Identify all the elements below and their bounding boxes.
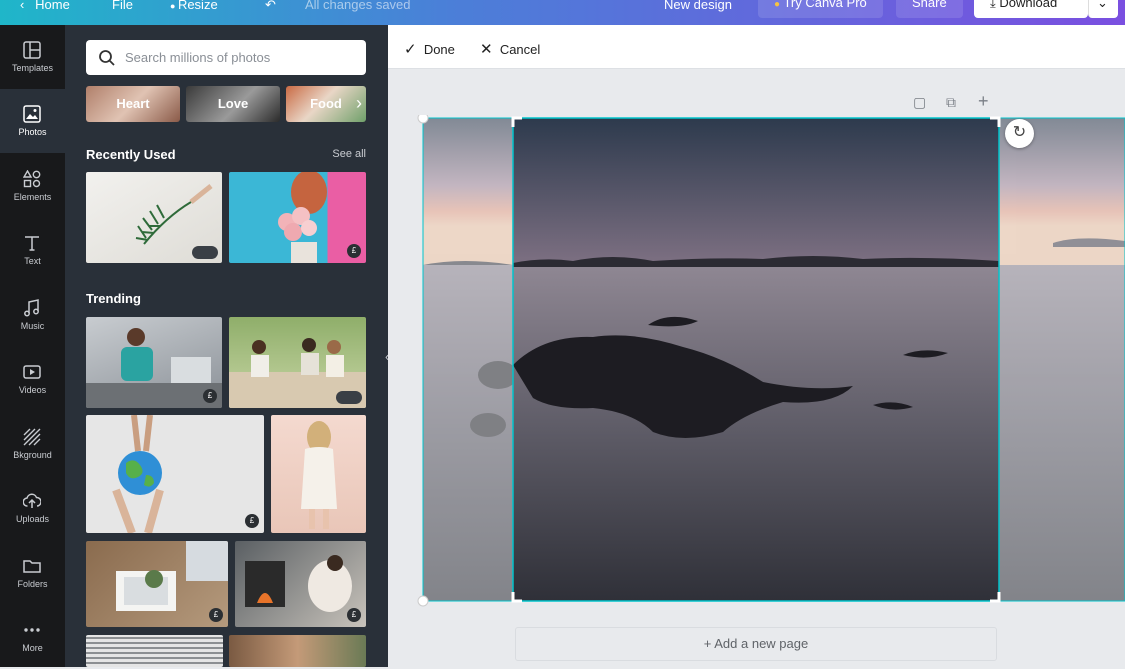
sidebar-item-folders[interactable]: Folders	[0, 541, 65, 605]
trending-photo-5[interactable]: £	[86, 541, 228, 627]
paid-badge: £	[209, 608, 223, 622]
sidebar-item-label: Music	[20, 321, 45, 331]
download-icon: ⤓	[990, 0, 1000, 10]
trending-photo-2[interactable]	[229, 317, 366, 408]
checkmark-icon: ✓	[404, 41, 417, 58]
trending-photo-6[interactable]: £	[235, 541, 366, 627]
photos-icon	[23, 105, 41, 123]
resize-button[interactable]: ● Resize	[170, 0, 218, 17]
flowers-image	[278, 172, 327, 263]
paid-badge: £	[347, 608, 361, 622]
globe-in-hands-image	[112, 415, 164, 533]
sidebar-item-photos[interactable]: Photos	[0, 89, 65, 153]
recently-used-heading: Recently Used	[86, 147, 176, 162]
trending-photo-8[interactable]	[229, 635, 366, 667]
home-back-button[interactable]: ‹ Home	[20, 0, 70, 17]
rotate-icon[interactable]: ↻	[1005, 119, 1034, 148]
paid-badge: £	[203, 389, 217, 403]
chip-heart[interactable]: Heart	[86, 86, 180, 122]
recent-photo-2[interactable]: £	[229, 172, 366, 263]
sidebar-item-text[interactable]: Text	[0, 218, 65, 282]
trending-photo-4[interactable]	[271, 415, 366, 533]
pro-crown-badge	[192, 246, 218, 259]
uploads-icon	[23, 493, 41, 508]
duplicate-page-icon[interactable]: ⧉	[946, 94, 956, 111]
elements-icon	[23, 170, 41, 188]
search-placeholder: Search millions of photos	[125, 50, 271, 65]
notes-icon[interactable]: ▢	[913, 94, 926, 111]
templates-icon	[23, 41, 41, 59]
add-new-page-button[interactable]: + Add a new page	[515, 627, 997, 661]
download-options-chevron-icon[interactable]: ⌄	[1088, 0, 1118, 18]
trending-photo-3[interactable]: £	[86, 415, 264, 533]
try-pro-button[interactable]: ● Try Canva Pro	[758, 0, 883, 18]
save-status: All changes saved	[305, 0, 411, 12]
kitchen-sink-image	[116, 541, 228, 611]
sidebar-item-music[interactable]: Music	[0, 283, 65, 347]
trending-photo-1[interactable]: £	[86, 317, 222, 408]
sidebar-item-label: Photos	[18, 127, 47, 137]
chevron-right-icon[interactable]: ›	[356, 93, 362, 114]
sidebar-item-label: Elements	[13, 192, 52, 202]
download-button[interactable]: ⤓ Download	[974, 0, 1088, 18]
trending-photo-7[interactable]	[86, 635, 223, 667]
sidebar-item-videos[interactable]: Videos	[0, 347, 65, 411]
canvas-area: ✓ Done ✕ Cancel ▢ ⧉ + ↻ + Add a new page	[388, 25, 1125, 667]
search-input[interactable]: Search millions of photos	[86, 40, 366, 75]
search-icon	[99, 50, 115, 66]
background-icon	[23, 428, 41, 446]
undo-icon[interactable]: ↶	[265, 0, 276, 17]
folders-icon	[23, 560, 41, 573]
top-bar: ‹ Home File ● Resize ↶ All changes saved…	[0, 0, 1125, 25]
share-button[interactable]: Share	[896, 0, 963, 18]
paid-badge: £	[245, 514, 259, 528]
videos-icon	[23, 365, 41, 379]
more-icon	[24, 628, 40, 632]
sidebar-item-more[interactable]: More	[0, 605, 65, 669]
new-design-button[interactable]: New design	[664, 0, 732, 17]
people-cooking-image	[86, 328, 222, 408]
sidebar-item-background[interactable]: Bkground	[0, 412, 65, 476]
trending-heading: Trending	[86, 291, 141, 306]
see-all-link[interactable]: See all	[332, 148, 366, 160]
sidebar: Templates Photos Elements Text Music Vid…	[0, 25, 65, 667]
close-icon: ✕	[480, 41, 493, 58]
chevron-left-icon: ‹	[20, 0, 36, 12]
chip-love[interactable]: Love	[186, 86, 280, 122]
sidebar-item-label: Templates	[11, 63, 54, 73]
cancel-button[interactable]: ✕ Cancel	[480, 40, 540, 58]
woman-back-view-image	[301, 421, 337, 529]
text-icon	[25, 236, 39, 251]
sidebar-item-elements[interactable]: Elements	[0, 154, 65, 218]
sidebar-item-label: Videos	[18, 385, 47, 395]
sidebar-item-label: Uploads	[15, 514, 50, 524]
crop-canvas[interactable]	[388, 115, 1125, 615]
recent-photo-1[interactable]	[86, 172, 222, 263]
sidebar-item-label: Bkground	[13, 450, 52, 460]
sidebar-item-templates[interactable]: Templates	[0, 25, 65, 89]
file-menu[interactable]: File	[112, 0, 133, 17]
photos-panel: Search millions of photos Heart Love Foo…	[65, 25, 388, 667]
sidebar-item-label: Text	[24, 256, 41, 266]
crown-icon: ●	[170, 1, 178, 11]
sidebar-item-label: Folders	[17, 579, 48, 589]
sidebar-item-label: More	[22, 643, 43, 653]
done-button[interactable]: ✓ Done	[404, 40, 455, 58]
chip-food[interactable]: Food	[286, 86, 366, 122]
add-page-icon[interactable]: +	[978, 91, 989, 112]
crown-icon: ●	[774, 0, 781, 10]
crop-toolbar: ✓ Done ✕ Cancel	[388, 25, 1125, 69]
pro-crown-badge	[336, 391, 362, 404]
music-icon	[24, 299, 39, 317]
paid-badge: £	[347, 244, 361, 258]
sidebar-item-uploads[interactable]: Uploads	[0, 476, 65, 540]
